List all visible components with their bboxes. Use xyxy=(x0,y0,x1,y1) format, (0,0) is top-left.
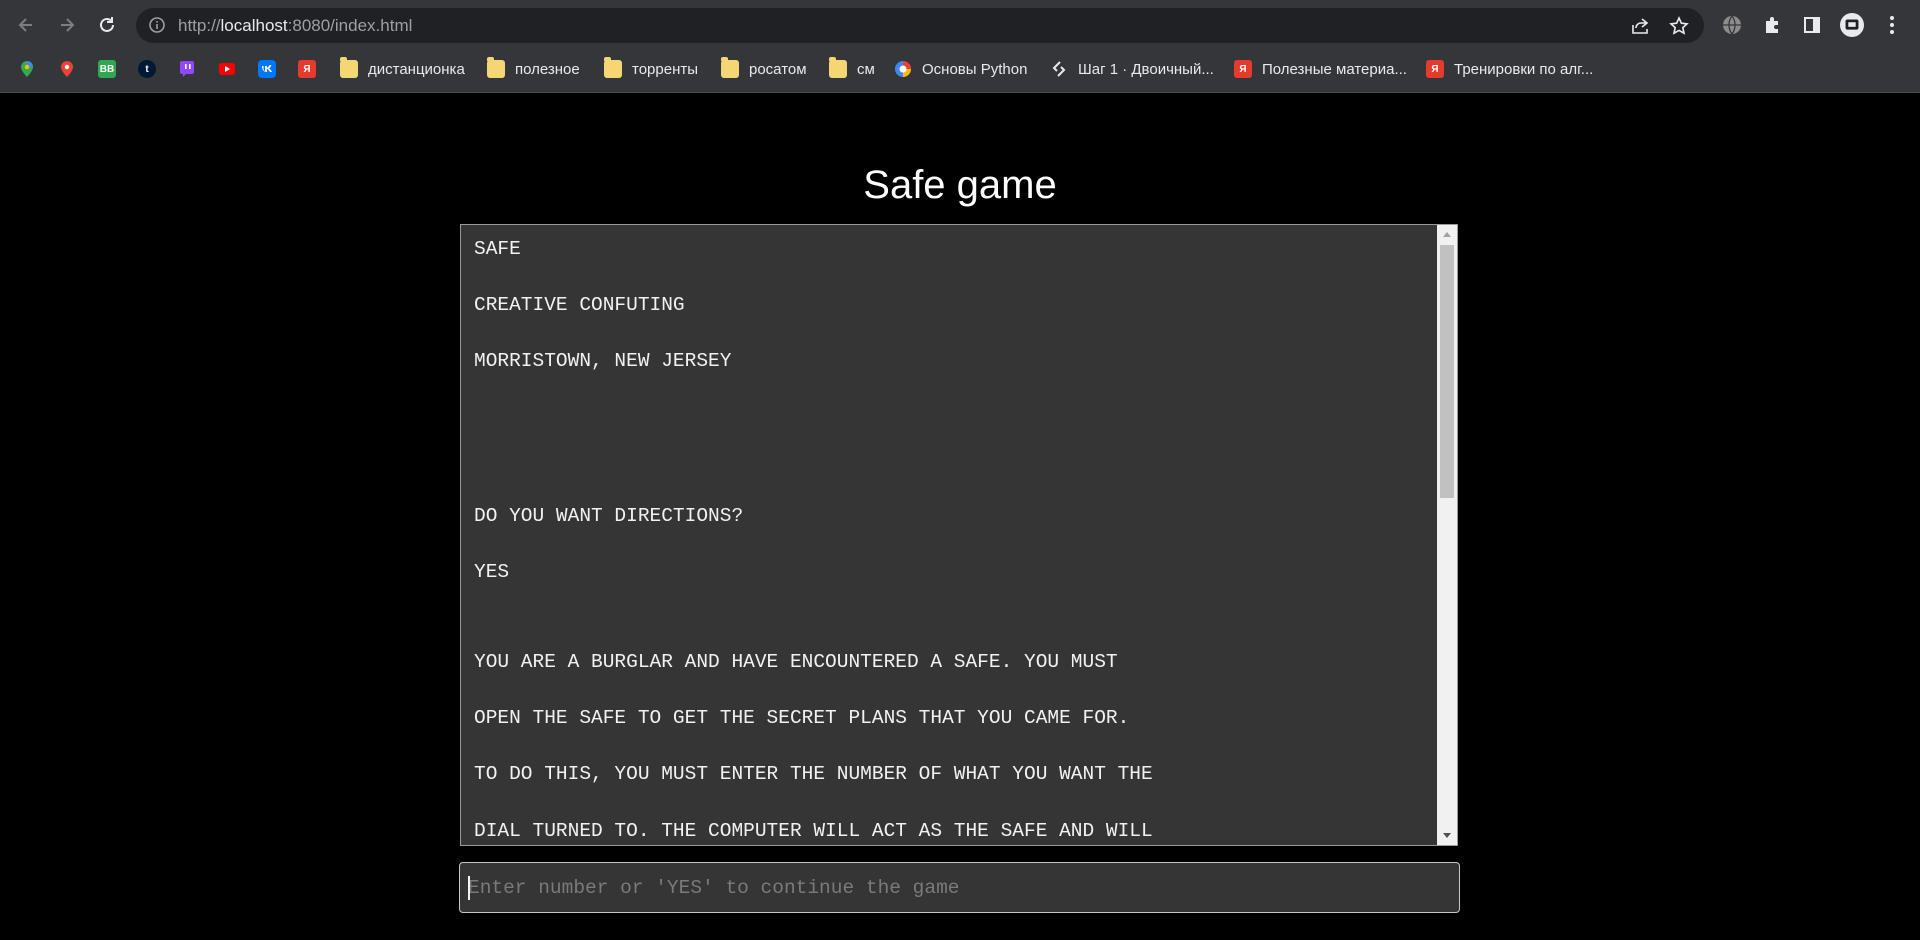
back-arrow-icon xyxy=(18,18,32,32)
scroll-down-arrow-icon[interactable] xyxy=(1437,827,1457,845)
url-text: http://localhost:8080/index.html xyxy=(178,16,413,35)
address-bar[interactable]: http://localhost:8080/index.html xyxy=(136,8,1704,43)
google-maps-icon xyxy=(21,61,33,77)
command-input-wrapper xyxy=(459,862,1460,913)
extensions-puzzle-icon[interactable] xyxy=(1760,13,1784,37)
twitch-icon xyxy=(180,61,194,77)
console-line: DO YOU WANT DIRECTIONS? xyxy=(474,504,744,527)
bookmark-yandex-poleznye[interactable]: Я Полезные материа... xyxy=(1234,58,1407,80)
browser-chrome: http://localhost:8080/index.html BB t Я … xyxy=(0,0,1920,93)
console-line: OPEN THE SAFE TO GET THE SECRET PLANS TH… xyxy=(474,707,1130,730)
bookmark-folder-rosatom[interactable]: росатом xyxy=(721,57,807,80)
text-caret xyxy=(468,876,470,900)
yandex-icon: Я xyxy=(298,60,316,78)
console-scrollbar[interactable] xyxy=(1437,225,1457,845)
map-pin-icon xyxy=(61,61,73,77)
forward-arrow-icon xyxy=(61,18,75,32)
console-line: CREATIVE CONFUTING xyxy=(474,294,685,317)
command-input[interactable] xyxy=(460,863,1459,912)
console-line: DIAL TURNED TO. THE COMPUTER WILL ACT AS… xyxy=(474,819,1153,842)
console-line: TO DO THIS, YOU MUST ENTER THE NUMBER OF… xyxy=(474,763,1153,786)
console-line: YOU ARE A BURGLAR AND HAVE ENCOUNTERED A… xyxy=(474,650,1118,673)
yandex-icon: Я xyxy=(1234,60,1252,78)
youtube-icon xyxy=(219,63,235,75)
bookmark-osnovy-python[interactable]: Основы Python xyxy=(894,58,1027,80)
vk-icon xyxy=(258,60,276,78)
tumblr-icon: t xyxy=(138,60,156,78)
console-line: SAFE xyxy=(474,238,521,260)
console-line: YES xyxy=(474,560,510,583)
bookmark-folder-sm[interactable]: см xyxy=(829,57,875,80)
bookmark-youtube[interactable] xyxy=(218,58,236,80)
scroll-up-arrow-icon[interactable] xyxy=(1437,225,1457,243)
stepik-icon xyxy=(1052,61,1066,77)
globe-icon[interactable] xyxy=(1720,13,1744,37)
yandex-icon: Я xyxy=(1426,60,1444,78)
folder-icon xyxy=(829,57,847,78)
reload-button[interactable] xyxy=(91,9,123,41)
folder-icon xyxy=(487,57,505,78)
share-icon[interactable] xyxy=(1630,16,1650,36)
reload-icon xyxy=(100,17,114,32)
bookmark-bb[interactable]: BB xyxy=(98,58,116,80)
bookmark-vk[interactable] xyxy=(258,58,276,80)
folder-icon xyxy=(340,57,358,78)
info-icon xyxy=(149,17,165,33)
scrollbar-thumb[interactable] xyxy=(1440,245,1454,498)
forward-button[interactable] xyxy=(51,9,83,41)
folder-icon xyxy=(721,57,739,78)
bookmark-twitch[interactable] xyxy=(178,58,196,80)
console-line: MORRISTOWN, NEW JERSEY xyxy=(474,350,732,373)
side-panel-icon[interactable] xyxy=(1800,13,1824,37)
profile-avatar[interactable] xyxy=(1840,13,1864,37)
bookmarks-bar: BB t Я дистанционка полезное торренты ро… xyxy=(0,52,1920,86)
bookmark-folder-torrenty[interactable]: торренты xyxy=(604,57,698,80)
bookmark-yandex[interactable]: Я xyxy=(298,58,316,80)
page-content: Safe game SAFE CREATIVE CONFUTING MORRIS… xyxy=(0,93,1920,940)
menu-kebab-icon[interactable] xyxy=(1880,13,1904,37)
bookmark-tumblr[interactable]: t xyxy=(138,58,156,80)
console-lines: SAFE CREATIVE CONFUTING MORRISTOWN, NEW … xyxy=(474,237,1431,845)
game-output-console[interactable]: SAFE CREATIVE CONFUTING MORRISTOWN, NEW … xyxy=(460,224,1458,846)
bookmark-yandex-trenirovki[interactable]: Я Тренировки по алг... xyxy=(1426,58,1593,80)
bookmark-star-icon[interactable] xyxy=(1669,16,1689,36)
browser-toolbar: http://localhost:8080/index.html xyxy=(0,0,1920,50)
bookmark-map-pin[interactable] xyxy=(58,58,76,80)
bookmark-stepik[interactable]: Шаг 1 · Двоичный... xyxy=(1050,58,1214,80)
page-title: Safe game xyxy=(863,163,1057,207)
bookmark-folder-distantsionka[interactable]: дистанционка xyxy=(340,57,465,80)
bookmark-google-maps[interactable] xyxy=(18,58,36,80)
folder-icon xyxy=(604,57,622,78)
python-icon xyxy=(895,61,911,77)
bb-icon: BB xyxy=(98,60,116,78)
back-button[interactable] xyxy=(10,9,42,41)
bookmark-folder-poleznoe[interactable]: полезное xyxy=(487,57,580,80)
